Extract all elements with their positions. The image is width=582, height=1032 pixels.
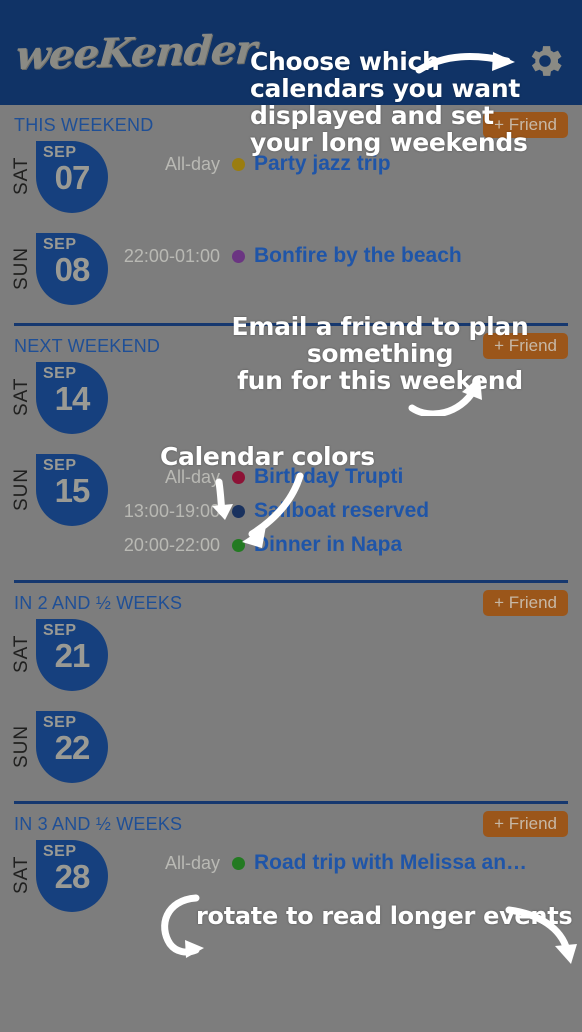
date-day-number: 21: [54, 637, 91, 674]
date-month-label: SEP: [43, 365, 77, 382]
date-badge[interactable]: SEP 15: [36, 454, 108, 526]
day-row[interactable]: SAT SEP 21: [0, 617, 582, 691]
section-header: NEXT WEEKEND + Friend: [0, 326, 582, 360]
section-header: IN 3 AND ½ WEEKS + Friend: [0, 804, 582, 838]
day-of-week-label: SUN: [11, 246, 32, 290]
day-spacer: [0, 305, 582, 323]
event-time: All-day: [164, 852, 220, 873]
event-list: [108, 711, 582, 717]
calendar-color-dot: [232, 538, 245, 552]
section-header: THIS WEEKEND + Friend: [0, 105, 582, 139]
event-title[interactable]: Sailboat reserved: [254, 499, 429, 523]
event-list: [108, 619, 582, 625]
calendar-color-dot: [232, 470, 245, 484]
event-title[interactable]: Dinner in Napa: [254, 533, 402, 557]
date-month-label: SEP: [43, 457, 77, 474]
event-item[interactable]: All-day Party jazz trip: [122, 147, 582, 181]
section-title: NEXT WEEKEND: [14, 335, 161, 356]
weekender-app: weeKender THIS WEEKEND + Friend SAT SEP 07 Al…: [0, 0, 582, 1032]
section-title: THIS WEEKEND: [14, 114, 154, 135]
event-title[interactable]: Road trip with Melissa an…: [254, 851, 527, 875]
event-list: All-day Birthday Trupti 13:00-19:00 Sailboa…: [108, 454, 582, 562]
date-month-label: SEP: [43, 622, 77, 639]
event-item[interactable]: All-day Birthday Trupti: [122, 460, 582, 494]
date-day-number: 15: [54, 472, 91, 509]
event-list: All-day Road trip with Melissa an…: [108, 840, 582, 880]
weekend-section: THIS WEEKEND + Friend SAT SEP 07 All-day Party…: [0, 105, 582, 323]
date-badge[interactable]: SEP 21: [36, 619, 108, 691]
weekend-section: IN 3 AND ½ WEEKS + Friend SAT SEP 28 All-day R…: [0, 801, 582, 930]
day-row[interactable]: SUN SEP 08 22:00-01:00 Bonfire by the beach: [0, 231, 582, 305]
day-row[interactable]: SAT SEP 14: [0, 360, 582, 434]
event-time: All-day: [164, 466, 220, 487]
day-spacer: [0, 912, 582, 930]
event-time: 22:00-01:00: [123, 245, 220, 266]
gear-icon[interactable]: [524, 40, 566, 82]
event-item[interactable]: 22:00-01:00 Bonfire by the beach: [122, 239, 582, 273]
date-day-number: 28: [54, 858, 91, 895]
add-friend-button[interactable]: + Friend: [483, 333, 568, 359]
date-badge[interactable]: SEP 07: [36, 141, 108, 213]
date-badge[interactable]: SEP 08: [36, 233, 108, 305]
section-title: IN 2 AND ½ WEEKS: [14, 592, 183, 613]
day-of-week-label: SAT: [11, 855, 32, 895]
day-spacer: [0, 434, 582, 452]
date-day-number: 22: [54, 729, 91, 766]
event-time: 20:00-22:00: [123, 534, 220, 555]
date-badge[interactable]: SEP 28: [36, 840, 108, 912]
date-badge[interactable]: SEP 22: [36, 711, 108, 783]
day-spacer: [0, 783, 582, 801]
app-header: weeKender: [0, 0, 582, 105]
section-header: IN 2 AND ½ WEEKS + Friend: [0, 583, 582, 617]
event-list: All-day Party jazz trip: [108, 141, 582, 181]
day-of-week-label: SUN: [11, 724, 32, 768]
date-month-label: SEP: [43, 843, 77, 860]
add-friend-button[interactable]: + Friend: [483, 811, 568, 837]
date-day-number: 14: [54, 380, 91, 417]
date-month-label: SEP: [43, 144, 77, 161]
date-day-number: 08: [54, 251, 91, 288]
event-item[interactable]: 13:00-19:00 Sailboat reserved: [122, 494, 582, 528]
calendar-color-dot: [232, 856, 245, 870]
event-title[interactable]: Bonfire by the beach: [254, 244, 462, 268]
day-row[interactable]: SAT SEP 28 All-day Road trip with Melissa an…: [0, 838, 582, 912]
section-title: IN 3 AND ½ WEEKS: [14, 813, 183, 834]
day-of-week-label: SAT: [11, 156, 32, 196]
day-of-week-label: SAT: [11, 634, 32, 674]
date-month-label: SEP: [43, 714, 77, 731]
day-spacer: [0, 562, 582, 580]
date-badge[interactable]: SEP 14: [36, 362, 108, 434]
day-row[interactable]: SAT SEP 07 All-day Party jazz trip: [0, 139, 582, 213]
add-friend-button[interactable]: + Friend: [483, 590, 568, 616]
event-time: 13:00-19:00: [123, 500, 220, 521]
day-row[interactable]: SUN SEP 22: [0, 709, 582, 783]
sections-list: THIS WEEKEND + Friend SAT SEP 07 All-day Party…: [0, 105, 582, 930]
event-item[interactable]: 20:00-22:00 Dinner in Napa: [122, 528, 582, 562]
event-title[interactable]: Party jazz trip: [254, 152, 391, 176]
weekend-section: IN 2 AND ½ WEEKS + Friend SAT SEP 21 SUN SEP 22: [0, 580, 582, 801]
add-friend-button[interactable]: + Friend: [483, 112, 568, 138]
day-of-week-label: SUN: [11, 467, 32, 511]
event-title[interactable]: Birthday Trupti: [254, 465, 403, 489]
app-logo: weeKender: [13, 25, 258, 80]
event-time: All-day: [164, 153, 220, 174]
weekend-section: NEXT WEEKEND + Friend SAT SEP 14 SUN SEP 15 All-…: [0, 323, 582, 580]
calendar-color-dot: [232, 504, 245, 518]
day-spacer: [0, 213, 582, 231]
day-of-week-label: SAT: [11, 377, 32, 417]
day-spacer: [0, 691, 582, 709]
event-item[interactable]: All-day Road trip with Melissa an…: [122, 846, 582, 880]
date-month-label: SEP: [43, 236, 77, 253]
event-list: 22:00-01:00 Bonfire by the beach: [108, 233, 582, 273]
event-list: [108, 362, 582, 368]
calendar-color-dot: [232, 249, 245, 263]
date-day-number: 07: [54, 159, 91, 196]
day-row[interactable]: SUN SEP 15 All-day Birthday Trupti 13:00-19:0…: [0, 452, 582, 562]
calendar-color-dot: [232, 157, 245, 171]
